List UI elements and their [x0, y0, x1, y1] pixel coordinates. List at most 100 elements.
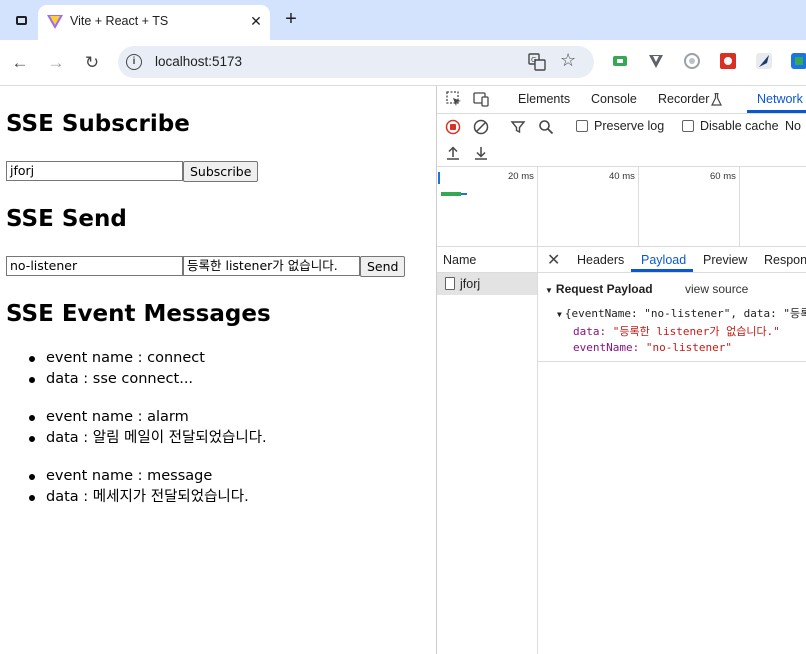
eventname-key: eventName: [573, 341, 640, 354]
address-bar[interactable]: i localhost:5173 G ☆ [118, 46, 594, 78]
payload-view: ▼ Request Payload view source ▼ {eventName… [537, 273, 806, 362]
event-data-line: data : 알림 메일이 전달되었습니다. [29, 428, 267, 449]
export-har-icon[interactable] [473, 145, 489, 161]
tab-response[interactable]: Respons [764, 253, 806, 267]
device-toolbar-icon[interactable] [473, 91, 489, 107]
request-detail-tabs: ✕ Headers Payload Preview Respons [537, 247, 806, 273]
events-heading: SSE Event Messages [6, 301, 271, 327]
timeline-cursor [438, 172, 440, 184]
extension-feather-icon[interactable] [755, 52, 773, 70]
timeline-gridline [638, 166, 639, 246]
subscribe-button[interactable]: Subscribe [183, 161, 259, 182]
address-url[interactable]: localhost:5173 [155, 54, 242, 69]
request-row[interactable]: jforj [437, 273, 537, 295]
name-column-header[interactable]: Name [437, 247, 537, 273]
payload-section-header[interactable]: ▼ Request Payload [545, 282, 653, 296]
forward-icon[interactable]: → [45, 52, 67, 74]
new-tab-icon[interactable]: + [280, 8, 302, 30]
translate-icon[interactable]: G [528, 53, 546, 71]
timeline-gridline [739, 166, 740, 246]
expand-triangle-icon[interactable]: ▼ [545, 286, 553, 295]
event-name-line: event name : connect [29, 348, 267, 369]
network-toolbar-secondary [437, 140, 806, 167]
tab-recorder[interactable]: Recorder [658, 92, 709, 106]
data-key: data: [573, 325, 607, 338]
tab-preview[interactable]: Preview [703, 253, 747, 267]
vite-logo-icon [47, 15, 63, 29]
event-name-input[interactable]: no-listener [6, 256, 183, 276]
data-value: "등록한 listener가 없습니다." [612, 325, 780, 338]
site-info-icon[interactable]: i [126, 54, 142, 70]
view-source-link[interactable]: view source [685, 282, 748, 296]
disable-cache-label: Disable cache [700, 119, 779, 133]
eventname-value: "no-listener" [645, 341, 732, 354]
event-name-line: event name : message [29, 466, 267, 487]
request-timing-bar [441, 192, 461, 196]
active-detail-tab-indicator [631, 269, 693, 272]
web-page: SSE Subscribe jforj Subscribe SSE Send n… [0, 86, 436, 654]
import-har-icon[interactable] [445, 145, 461, 161]
close-detail-icon[interactable]: ✕ [547, 250, 560, 270]
search-icon[interactable] [538, 119, 554, 135]
payload-data-entry: data: "등록한 listener가 없습니다." [573, 323, 780, 339]
payload-object-preview[interactable]: ▼ {eventName: "no-listener", data: "등록한 [557, 305, 806, 321]
extension-red-icon[interactable] [719, 52, 737, 70]
preserve-log-checkbox[interactable] [576, 120, 588, 132]
disable-cache-checkbox[interactable] [682, 120, 694, 132]
request-name: jforj [460, 277, 481, 291]
extension-green-icon[interactable] [611, 52, 629, 70]
record-stop-icon[interactable] [445, 119, 461, 135]
payload-title: Request Payload [555, 282, 653, 296]
devtools-tab-bar: Elements Console Recorder Network [437, 86, 806, 114]
bookmark-star-icon[interactable]: ☆ [560, 50, 576, 71]
request-list: Name jforj [437, 247, 538, 654]
subscribe-input[interactable]: jforj [6, 161, 183, 181]
expand-triangle-icon[interactable]: ▼ [557, 310, 562, 319]
timeline-label: 40 ms [609, 171, 635, 182]
event-item: event name : alarm data : 알림 메일이 전달되었습니다… [29, 407, 267, 449]
close-tab-icon[interactable]: ✕ [246, 11, 266, 31]
event-item: event name : connect data : sse connect.… [29, 348, 267, 390]
document-icon [445, 277, 455, 290]
filter-icon[interactable] [510, 119, 526, 135]
back-icon[interactable]: ← [9, 52, 31, 74]
reload-icon[interactable]: ↻ [81, 52, 103, 74]
preserve-log-label: Preserve log [594, 119, 665, 133]
event-item: event name : message data : 메세지가 전달되었습니다… [29, 466, 267, 508]
message-input[interactable]: 등록한 listener가 없습니다. [183, 256, 360, 276]
tab-network[interactable]: Network [757, 92, 803, 106]
timeline-gridline [537, 166, 538, 246]
browser-tab[interactable]: Vite + React + TS ✕ [38, 5, 270, 40]
timeline-label: 20 ms [508, 171, 534, 182]
timeline-label: 60 ms [710, 171, 736, 182]
flask-icon [711, 93, 722, 106]
name-column-label: Name [443, 253, 477, 267]
network-toolbar: Preserve log Disable cache No [437, 114, 806, 140]
tab-payload[interactable]: Payload [641, 253, 686, 267]
event-data-line: data : sse connect... [29, 369, 267, 390]
network-overview-timeline: 20 ms 40 ms 60 ms [437, 166, 806, 247]
devtools-panel: Elements Console Recorder Network Preser… [436, 86, 806, 654]
clear-icon[interactable] [473, 119, 489, 135]
tab-console[interactable]: Console [591, 92, 637, 106]
tab-strip: Vite + React + TS ✕ + [0, 0, 806, 40]
inspect-element-icon[interactable] [446, 91, 462, 107]
extension-cube-icon[interactable] [790, 52, 806, 70]
send-heading: SSE Send [6, 206, 127, 232]
throttling-select[interactable]: No [785, 119, 801, 133]
browser-toolbar: ← → ↻ i localhost:5173 G ☆ [0, 40, 806, 86]
event-name-line: event name : alarm [29, 407, 267, 428]
object-preview-text: {eventName: "no-listener", data: "등록한 [564, 307, 806, 320]
extension-circle-icon[interactable] [683, 52, 701, 70]
extension-v-icon[interactable] [647, 52, 665, 70]
tab-search-button[interactable] [8, 8, 34, 34]
tab-elements[interactable]: Elements [518, 92, 570, 106]
tab-headers[interactable]: Headers [577, 253, 624, 267]
event-list: event name : connect data : sse connect.… [29, 348, 267, 525]
event-data-line: data : 메세지가 전달되었습니다. [29, 487, 267, 508]
active-tab-indicator [747, 110, 806, 113]
payload-eventname-entry: eventName: "no-listener" [573, 341, 732, 354]
send-button[interactable]: Send [360, 256, 406, 277]
svg-text:G: G [531, 56, 536, 64]
request-timing-tail [461, 193, 467, 195]
